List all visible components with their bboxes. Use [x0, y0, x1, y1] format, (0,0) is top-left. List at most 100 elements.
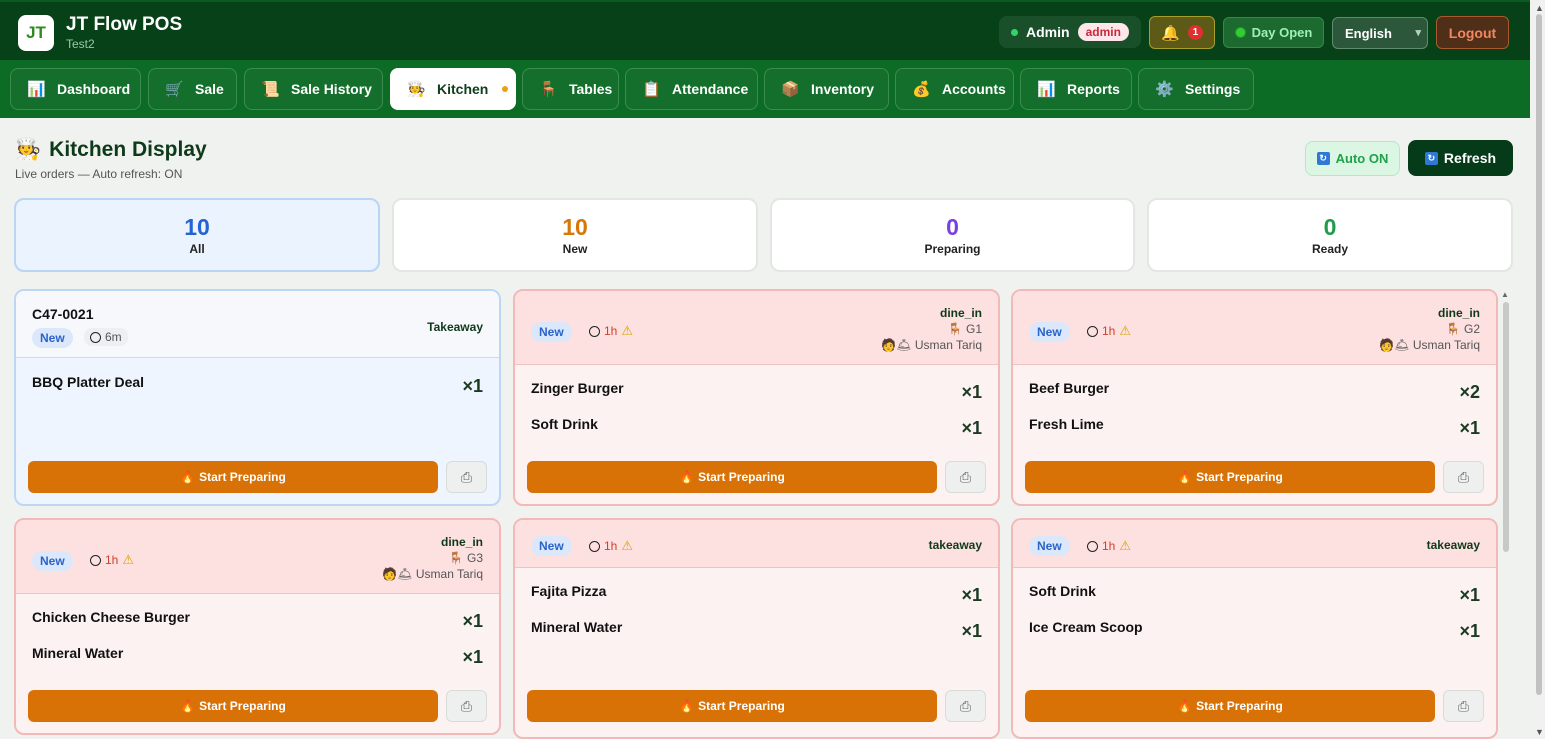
language-select[interactable]: English ▾: [1332, 17, 1428, 49]
tab-inventory[interactable]: 📦 Inventory: [764, 68, 889, 110]
day-open-icon: [1234, 27, 1246, 38]
order-card: New 1h ⚠ takeaway Fajita Pizza ×1 Minera…: [513, 518, 1000, 739]
print-button[interactable]: ⎙: [945, 461, 986, 493]
timer-icon: [90, 331, 101, 343]
auto-refresh-label: Auto ON: [1335, 151, 1389, 166]
start-preparing-label: Start Preparing: [698, 699, 785, 713]
tab-label: Settings: [1185, 81, 1241, 97]
elapsed-value: 6m: [105, 330, 122, 344]
tab-reports[interactable]: 📊 Reports: [1020, 68, 1132, 110]
app-logo[interactable]: JT: [18, 15, 54, 51]
tab-kitchen[interactable]: 🧑‍🍳 Kitchen: [390, 68, 516, 110]
order-item-qty: ×1: [462, 376, 483, 396]
start-preparing-button[interactable]: 🔥 Start Preparing: [1025, 690, 1435, 722]
waiter-label: Usman Tariq: [415, 567, 483, 581]
tab-tables[interactable]: 🪑 Tables: [522, 68, 619, 110]
start-preparing-button[interactable]: 🔥 Start Preparing: [28, 690, 438, 722]
order-item-name: Ice Cream Scoop: [1029, 619, 1143, 635]
stat-value: 0: [946, 214, 959, 240]
logout-button[interactable]: Logout: [1436, 16, 1509, 49]
scroll-down-icon[interactable]: ▼: [1535, 727, 1544, 737]
timer-icon: [589, 540, 600, 552]
filter-new[interactable]: 10 New: [392, 198, 758, 272]
start-preparing-button[interactable]: 🔥 Start Preparing: [527, 690, 937, 722]
order-card-header: [1013, 291, 1496, 365]
print-button[interactable]: ⎙: [1443, 690, 1484, 722]
chair-icon: 🪑: [448, 551, 464, 565]
print-button[interactable]: ⎙: [446, 690, 487, 722]
order-item-qty: ×1: [961, 418, 982, 438]
printer-icon: ⎙: [460, 697, 473, 714]
timer-icon: [1087, 540, 1098, 552]
filter-ready[interactable]: 0 Ready: [1147, 198, 1513, 272]
page-title-text: Kitchen Display: [49, 138, 207, 161]
elapsed-timer: 1h ⚠: [1087, 323, 1131, 339]
print-button[interactable]: ⎙: [1443, 461, 1484, 493]
orders-scrollbar[interactable]: ▲: [1501, 290, 1511, 739]
order-item-name: BBQ Platter Deal: [32, 374, 145, 390]
stat-label: Preparing: [924, 242, 981, 256]
tab-label: Attendance: [672, 81, 749, 97]
orders-scrollbar-thumb[interactable]: [1503, 302, 1509, 552]
elapsed-timer: 1h ⚠: [1087, 538, 1131, 554]
scroll-up-icon[interactable]: ▲: [1535, 3, 1544, 13]
order-item-name: Fajita Pizza: [531, 583, 607, 599]
role-badge: admin: [1077, 23, 1129, 41]
order-item-qty: ×2: [1459, 382, 1480, 402]
printer-icon: ⎙: [959, 468, 972, 485]
filter-preparing[interactable]: 0 Preparing: [770, 198, 1135, 272]
window-scrollbar[interactable]: ▲ ▼: [1533, 0, 1545, 739]
order-card: New 1h ⚠ dine_in 🪑 G2 🧑🛎 Usman Tariq Bee…: [1011, 289, 1498, 506]
tab-label: Kitchen: [437, 81, 489, 97]
tab-accounts[interactable]: 💰 Accounts: [895, 68, 1014, 110]
start-preparing-button[interactable]: 🔥 Start Preparing: [1025, 461, 1435, 493]
refresh-button[interactable]: ↻ Refresh: [1408, 140, 1513, 176]
user-menu[interactable]: Admin admin: [999, 16, 1141, 48]
table-number: 🪑 G1: [948, 322, 982, 336]
status-badge: New: [531, 322, 572, 342]
language-value: English: [1345, 25, 1392, 41]
table-number: 🪑 G3: [449, 551, 483, 565]
order-card: C47-0021 Takeaway New 6m BBQ Platter Dea…: [14, 289, 501, 506]
timer-icon: [589, 325, 600, 337]
tab-attendance[interactable]: 📋 Attendance: [625, 68, 758, 110]
tab-sale-history[interactable]: 📜 Sale History: [244, 68, 383, 110]
timer-icon: [90, 554, 101, 566]
elapsed-value: 1h: [604, 324, 618, 338]
stat-label: All: [189, 242, 205, 256]
day-status-button[interactable]: Day Open: [1223, 17, 1324, 48]
tab-dashboard[interactable]: 📊 Dashboard: [10, 68, 141, 110]
tab-sale[interactable]: 🛒 Sale: [148, 68, 237, 110]
order-card-header: [1013, 520, 1496, 568]
page-title: 🧑‍🍳 Kitchen Display: [15, 138, 207, 162]
start-preparing-button[interactable]: 🔥 Start Preparing: [527, 461, 937, 493]
print-button[interactable]: ⎙: [446, 461, 487, 493]
order-item-name: Beef Burger: [1029, 380, 1110, 396]
order-item-qty: ×1: [462, 647, 483, 667]
order-type: dine_in: [939, 306, 982, 320]
start-preparing-button[interactable]: 🔥 Start Preparing: [28, 461, 438, 493]
order-item-name: Fresh Lime: [1029, 416, 1104, 432]
window-scrollbar-thumb[interactable]: [1536, 14, 1542, 695]
chart-icon: 📊: [1037, 81, 1056, 98]
auto-refresh-toggle[interactable]: ↻ Auto ON: [1305, 141, 1400, 176]
scroll-up-icon[interactable]: ▲: [1501, 290, 1509, 299]
order-item-name: Mineral Water: [32, 645, 124, 661]
table-label: G1: [965, 322, 982, 336]
print-button[interactable]: ⎙: [945, 690, 986, 722]
cart-icon: 🛒: [165, 81, 184, 98]
refresh-icon: ↻: [1316, 152, 1330, 165]
notifications-button[interactable]: 🔔 1: [1149, 16, 1215, 49]
elapsed-timer: 1h ⚠: [589, 323, 633, 339]
elapsed-timer: 1h ⚠: [90, 552, 134, 568]
warning-icon: ⚠: [621, 538, 634, 553]
printer-icon: ⎙: [1457, 697, 1470, 714]
elapsed-value: 1h: [1102, 324, 1116, 338]
order-card: New 1h ⚠ takeaway Soft Drink ×1 Ice Crea…: [1011, 518, 1498, 739]
start-preparing-label: Start Preparing: [199, 699, 286, 713]
tab-settings[interactable]: ⚙️ Settings: [1138, 68, 1254, 110]
status-badge: New: [32, 551, 73, 571]
waiter-name: 🧑🛎 Usman Tariq: [1379, 338, 1480, 352]
order-item-name: Soft Drink: [531, 416, 598, 432]
filter-all[interactable]: 10 All: [14, 198, 380, 272]
